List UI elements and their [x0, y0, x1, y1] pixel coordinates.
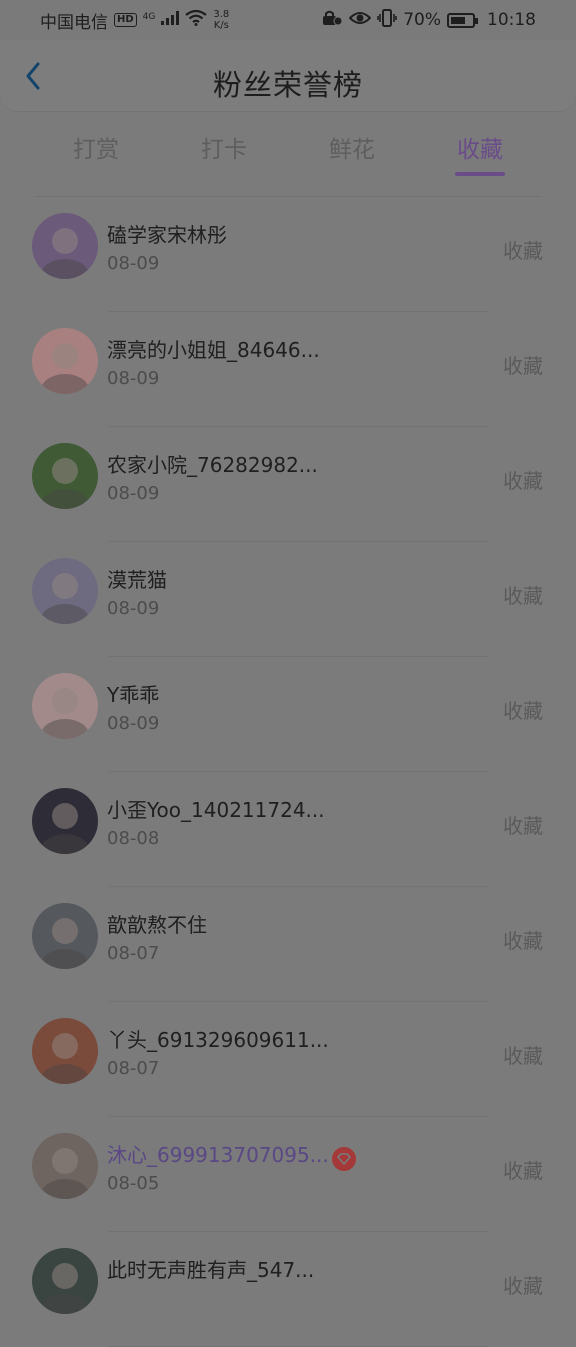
favorite-label: 收藏 — [503, 469, 543, 493]
vip-diamond-icon — [332, 1147, 356, 1171]
user-name: 农家小院_76282982... — [107, 453, 318, 477]
favorite-label: 收藏 — [503, 1274, 543, 1298]
tab-favorites[interactable]: 收藏 — [430, 130, 530, 164]
favorite-label: 收藏 — [503, 814, 543, 838]
avatar[interactable] — [32, 1018, 98, 1084]
avatar[interactable] — [32, 443, 98, 509]
user-name: 歆歆熬不住 — [107, 913, 207, 937]
user-name: 丫头_691329609611... — [107, 1028, 329, 1052]
battery-percent: 70% — [403, 10, 441, 30]
user-name: Y乖乖 — [107, 683, 160, 707]
active-tab-indicator — [455, 172, 505, 176]
hd-badge: HD — [114, 13, 137, 27]
avatar[interactable] — [32, 673, 98, 739]
signal-icon — [161, 10, 180, 30]
avatar[interactable] — [32, 213, 98, 279]
favorite-date: 08-09 — [107, 598, 160, 619]
avatar[interactable] — [32, 903, 98, 969]
list-item[interactable]: 歆歆熬不住 08-07 收藏 — [0, 887, 576, 1002]
favorite-label: 收藏 — [503, 1044, 543, 1068]
favorite-date: 08-08 — [107, 828, 160, 849]
battery-icon — [447, 12, 478, 28]
list-item[interactable]: Y乖乖 08-09 收藏 — [0, 657, 576, 772]
eye-icon — [348, 10, 372, 31]
favorite-label: 收藏 — [503, 1159, 543, 1183]
list-item[interactable]: 农家小院_76282982... 08-09 收藏 — [0, 427, 576, 542]
user-name: 磕学家宋林彤 — [107, 223, 227, 247]
clock: 10:18 — [487, 10, 536, 30]
wifi-icon — [185, 9, 208, 31]
user-name: 漂亮的小姐姐_84646... — [107, 338, 320, 362]
user-name: 沐心_699913707095... — [107, 1143, 329, 1167]
favorite-date: 08-09 — [107, 253, 160, 274]
list-item[interactable]: 此时无声胜有声_547... 收藏 — [0, 1232, 576, 1347]
page-title: 粉丝荣誉榜 — [212, 68, 363, 102]
list-item[interactable]: 沐心_699913707095... 08-05 收藏 — [0, 1117, 576, 1232]
vpn-lock-icon — [321, 10, 343, 31]
avatar[interactable] — [32, 558, 98, 624]
carrier-name: 中国电信 — [40, 12, 108, 33]
favorite-date: 08-09 — [107, 368, 160, 389]
network-type: 4G — [142, 11, 156, 22]
list-item[interactable]: 漂亮的小姐姐_84646... 08-09 收藏 — [0, 312, 576, 427]
favorite-label: 收藏 — [503, 239, 543, 263]
user-name: 此时无声胜有声_547... — [107, 1258, 315, 1282]
tab-flowers[interactable]: 鲜花 — [302, 130, 402, 164]
favorite-label: 收藏 — [503, 354, 543, 378]
favorite-date: 08-09 — [107, 483, 160, 504]
avatar[interactable] — [32, 1133, 98, 1199]
avatar[interactable] — [32, 788, 98, 854]
title-bar: 粉丝荣誉榜 — [0, 40, 576, 112]
tab-bar: 打赏 打卡 鲜花 收藏 — [0, 112, 576, 196]
list-item[interactable]: 小歪Yoo_140211724... 08-08 收藏 — [0, 772, 576, 887]
favorite-label: 收藏 — [503, 929, 543, 953]
user-name: 小歪Yoo_140211724... — [107, 798, 325, 822]
list-item[interactable]: 丫头_691329609611... 08-07 收藏 — [0, 1002, 576, 1117]
tab-tip[interactable]: 打赏 — [46, 130, 146, 164]
fan-list: 磕学家宋林彤 08-09 收藏 漂亮的小姐姐_84646... 08-09 收藏 农家小院_… — [0, 197, 576, 1347]
tab-checkin[interactable]: 打卡 — [174, 130, 274, 164]
favorite-date: 08-07 — [107, 1058, 160, 1079]
favorite-label: 收藏 — [503, 584, 543, 608]
list-item[interactable]: 磕学家宋林彤 08-09 收藏 — [0, 197, 576, 312]
vibrate-icon — [377, 8, 398, 32]
status-bar: 中国电信 HD 4G 3.8 K/s 70% 10:18 — [0, 0, 576, 40]
avatar[interactable] — [32, 328, 98, 394]
avatar[interactable] — [32, 1248, 98, 1314]
favorite-date: 08-07 — [107, 943, 160, 964]
favorite-date: 08-09 — [107, 713, 160, 734]
user-name: 漠荒猫 — [107, 568, 167, 592]
favorite-label: 收藏 — [503, 699, 543, 723]
list-item[interactable]: 漠荒猫 08-09 收藏 — [0, 542, 576, 657]
net-speed: 3.8 K/s — [213, 9, 230, 31]
favorite-date: 08-05 — [107, 1173, 160, 1194]
